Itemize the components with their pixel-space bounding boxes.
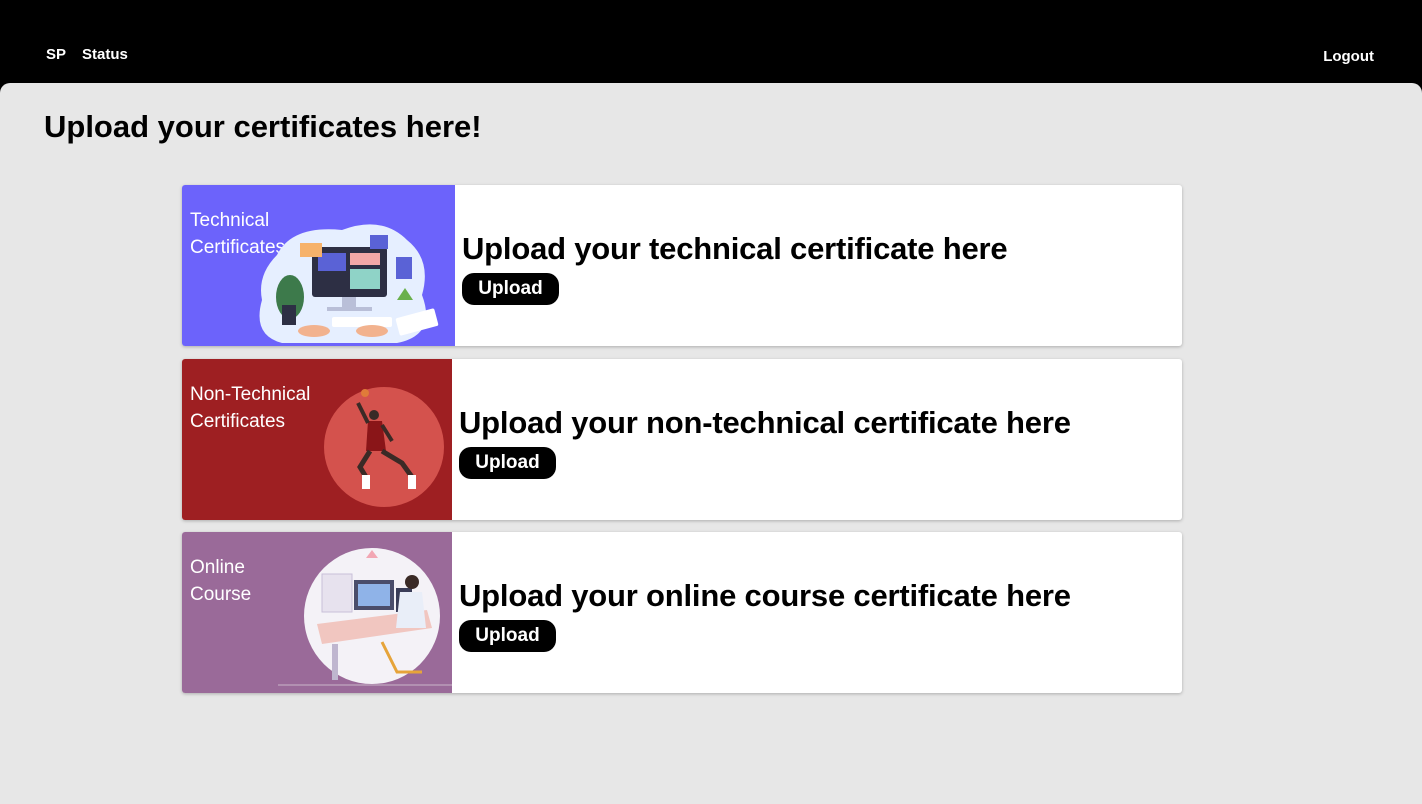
technical-card-heading: Upload your technical certificate here	[462, 231, 1008, 266]
non-technical-card-heading: Upload your non-technical certificate he…	[459, 405, 1071, 440]
basketball-player-illustration	[324, 387, 444, 507]
technical-certificate-image: Technical Certificates	[182, 185, 455, 346]
status-link[interactable]: Status	[82, 46, 128, 63]
online-course-certificate-image: Online Course	[182, 532, 452, 693]
page-title: Upload your certificates here!	[44, 109, 482, 144]
technical-certificate-card: Technical Certificates Upload your techn…	[182, 185, 1182, 346]
computer-desk-illustration	[259, 224, 439, 343]
online-course-upload-button[interactable]: Upload	[459, 620, 556, 652]
non-technical-certificate-image: Non-Technical Certificates	[182, 359, 452, 520]
online-course-card-body: Upload your online course certificate he…	[459, 578, 1071, 652]
non-technical-certificate-card: Non-Technical Certificates Upload your n…	[182, 359, 1182, 520]
top-navbar: SP Status Logout	[0, 0, 1422, 84]
nav-right: Logout	[1323, 46, 1374, 65]
technical-upload-button[interactable]: Upload	[462, 273, 559, 305]
online-study-illustration	[278, 548, 452, 686]
non-technical-upload-button[interactable]: Upload	[459, 447, 556, 479]
non-technical-card-body: Upload your non-technical certificate he…	[459, 405, 1071, 479]
main-content: Upload your certificates here! Technical…	[0, 83, 1422, 804]
logout-link[interactable]: Logout	[1323, 48, 1374, 65]
nav-left: SP Status	[46, 46, 128, 63]
brand-link[interactable]: SP	[46, 46, 66, 63]
online-course-card-heading: Upload your online course certificate he…	[459, 578, 1071, 613]
online-course-certificate-card: Online Course Upload your online course …	[182, 532, 1182, 693]
technical-card-body: Upload your technical certificate here U…	[462, 231, 1008, 305]
